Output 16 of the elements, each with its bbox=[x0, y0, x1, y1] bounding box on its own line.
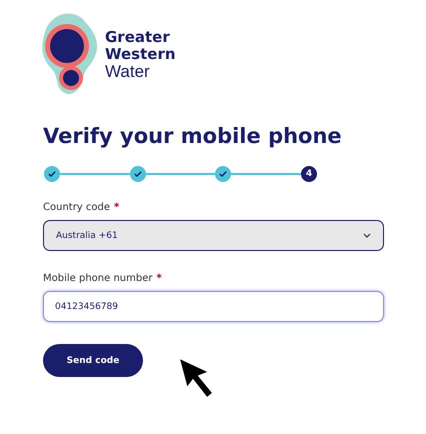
chevron-down-icon bbox=[363, 233, 371, 238]
send-code-button[interactable]: Send code bbox=[43, 344, 143, 377]
field-label: Country code bbox=[43, 202, 110, 213]
check-icon bbox=[219, 171, 228, 177]
step-indicator: 4 bbox=[301, 166, 318, 182]
country-select[interactable]: Australia +61 bbox=[43, 220, 384, 251]
logo-text: Greater bbox=[105, 28, 171, 46]
phone-input[interactable]: 04123456789 bbox=[43, 291, 384, 322]
check-icon bbox=[134, 171, 142, 177]
field-label: Mobile phone number bbox=[43, 273, 152, 284]
logo-text: Water bbox=[105, 62, 151, 80]
check-icon bbox=[48, 171, 56, 177]
page-title: Verify your mobile phone bbox=[43, 124, 343, 148]
required-mark: * bbox=[156, 273, 162, 284]
logo-text: Western bbox=[105, 46, 176, 62]
required-mark: * bbox=[114, 202, 120, 213]
